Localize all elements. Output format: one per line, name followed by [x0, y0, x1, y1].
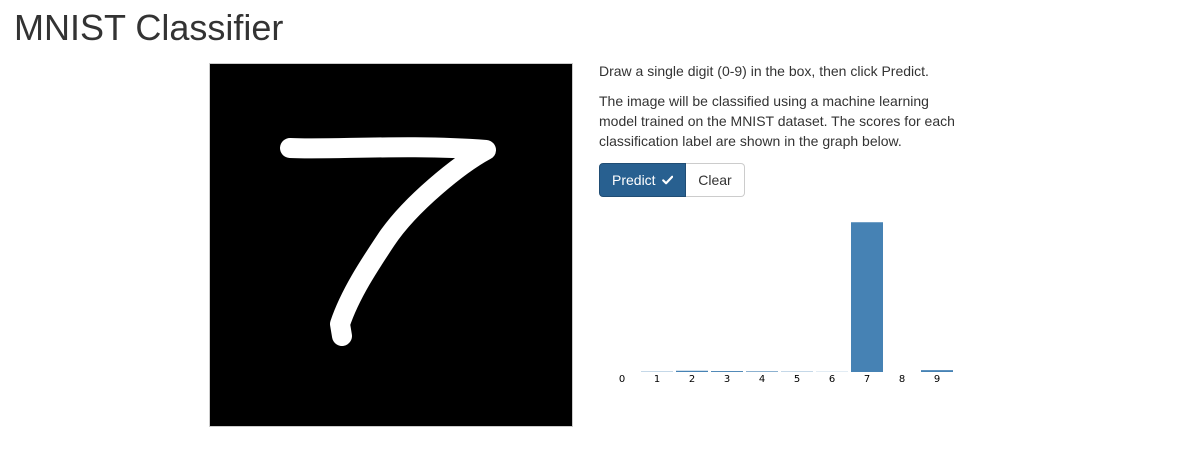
bar-9 [921, 370, 953, 372]
tick-label-8: 8 [899, 374, 905, 385]
clear-button-label: Clear [698, 172, 732, 188]
bar-4 [746, 371, 778, 372]
tick-label-7: 7 [864, 374, 870, 385]
bar-2 [676, 370, 708, 372]
instruction-text: Draw a single digit (0-9) in the box, th… [599, 63, 929, 79]
check-icon [661, 175, 673, 185]
bar-7 [851, 222, 883, 372]
description-text: The image will be classified using a mac… [599, 93, 955, 149]
score-chart-svg: 0 1 2 3 4 5 6 7 8 9 [619, 222, 953, 385]
page: MNIST Classifier Draw a single digit (0-… [0, 0, 1190, 458]
score-chart: 0 1 2 3 4 5 6 7 8 9 [604, 208, 964, 388]
action-button-group: Predict Clear [599, 163, 745, 197]
predict-button[interactable]: Predict [599, 163, 686, 197]
clear-button[interactable]: Clear [686, 163, 745, 197]
tick-label-6: 6 [829, 374, 835, 385]
tick-label-4: 4 [759, 374, 765, 385]
tick-label-2: 2 [689, 374, 695, 385]
drawing-canvas[interactable] [209, 63, 573, 427]
tick-label-0: 0 [619, 374, 625, 385]
tick-label-1: 1 [654, 374, 660, 385]
page-title: MNIST Classifier [14, 7, 284, 48]
predict-button-label: Predict [612, 172, 656, 188]
tick-label-3: 3 [724, 374, 730, 385]
tick-label-5: 5 [794, 374, 800, 385]
drawn-digit-stroke [280, 137, 496, 346]
tick-label-9: 9 [934, 374, 940, 385]
bar-3 [711, 371, 743, 372]
instructions-panel: Draw a single digit (0-9) in the box, th… [599, 61, 969, 161]
